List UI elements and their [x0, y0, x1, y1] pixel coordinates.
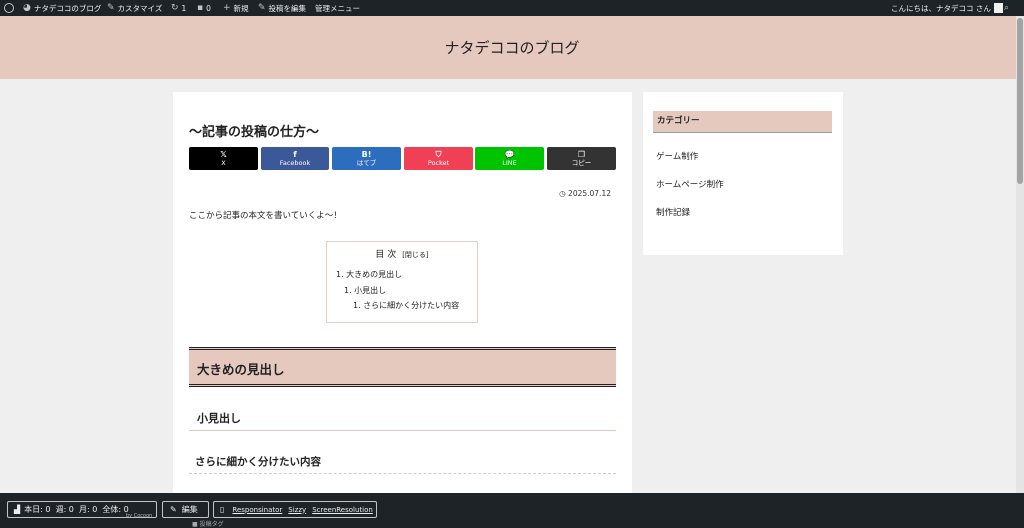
share-button-line[interactable]: 💬 LINE — [475, 147, 544, 170]
plus-icon: + — [223, 3, 231, 13]
customize-link[interactable]: ✎ カスタマイズ — [107, 0, 162, 16]
edit-button[interactable]: ✎ 編集 — [162, 501, 209, 518]
heading-h3: 小見出し — [189, 404, 616, 431]
category-link[interactable]: ホームページ制作 — [656, 178, 724, 190]
chart-icon: ▟ — [14, 505, 21, 514]
brush-icon: ✎ — [107, 3, 115, 13]
admin-search[interactable]: ⌕ — [1004, 0, 1012, 16]
table-of-contents: 目 次 [閉じる] 1. 大きめの見出し 1. 小見出し 1. さらに細かく分けた… — [326, 241, 478, 323]
facebook-icon: f — [293, 150, 297, 159]
pencil-icon: ✎ — [258, 3, 266, 13]
wordpress-icon — [4, 3, 14, 13]
pocket-icon: ⛉ — [435, 150, 442, 159]
new-content-link[interactable]: + 新規 — [223, 0, 249, 16]
edit-post-label: 投稿を編集 — [268, 3, 307, 13]
category-link[interactable]: 制作記録 — [656, 206, 690, 218]
article-body: ここから記事の本文を書いていくよ〜！ — [189, 211, 342, 221]
heading-h4-text: さらに細かく分けたい内容 — [195, 456, 321, 468]
toc-item[interactable]: 1. さらに細かく分けたい内容 — [353, 300, 459, 311]
admin-menu-label: 管理メニュー — [315, 3, 360, 13]
copy-icon: ❐ — [577, 150, 586, 159]
share-label: Facebook — [279, 159, 311, 167]
edit-post-link[interactable]: ✎ 投稿を編集 — [258, 0, 306, 16]
sidebar: カテゴリー ゲーム制作 ホームページ制作 制作記録 — [643, 92, 843, 255]
heading-h2-text: 大きめの見出し — [197, 362, 285, 377]
post-date: ◷ 2025.07.12 — [559, 189, 611, 198]
mobile-icon: ▯ — [220, 505, 225, 514]
post-date-text: 2025.07.12 — [568, 189, 611, 198]
share-label: はてブ — [356, 159, 377, 167]
admin-menu-link[interactable]: 管理メニュー — [315, 0, 360, 16]
bottom-admin-bar: ▟ 本日: 0 週: 0 月: 0 全体: 0 by Cocoon ✎ 編集 ▯… — [0, 493, 1024, 528]
cocoon-credit: by Cocoon — [126, 513, 153, 519]
x-icon: 𝕏 — [220, 150, 227, 159]
share-label: X — [221, 159, 226, 167]
site-header: ナタデココのブログ — [0, 16, 1024, 79]
screenresolution-link[interactable]: ScreenResolution — [312, 506, 373, 514]
share-button-pocket[interactable]: ⛉ Pocket — [404, 147, 473, 170]
admin-bar: ◕ ナタデココのブログ ✎ カスタマイズ ↻ 1 ▪ 0 + 新規 ✎ 投稿を編… — [0, 0, 1024, 16]
page-scrollbar[interactable] — [1016, 16, 1024, 528]
site-title[interactable]: ナタデココのブログ — [444, 37, 579, 58]
clock-icon: ◷ — [559, 189, 566, 198]
admin-site-link[interactable]: ◕ ナタデココのブログ — [23, 0, 101, 16]
comment-icon: ▪ — [197, 3, 204, 13]
new-label: 新規 — [233, 3, 249, 13]
toc-item[interactable]: 1. 大きめの見出し — [336, 269, 402, 280]
article-title: 〜記事の投稿の仕方〜 — [189, 125, 320, 140]
customize-label: カスタマイズ — [117, 3, 163, 13]
search-icon: ⌕ — [1004, 3, 1010, 13]
scrollbar-thumb[interactable] — [1017, 18, 1023, 184]
share-button-copy[interactable]: ❐ コピー — [547, 147, 616, 170]
comments-count: 0 — [206, 3, 211, 13]
updates-icon: ↻ — [171, 3, 179, 13]
updates-count: 1 — [181, 3, 187, 13]
share-button-facebook[interactable]: f Facebook — [261, 147, 329, 170]
category-link[interactable]: ゲーム制作 — [656, 150, 698, 162]
dashboard-icon: ◕ — [23, 3, 31, 13]
comments-link[interactable]: ▪ 0 — [197, 0, 211, 16]
heading-h2: 大きめの見出し — [189, 347, 616, 387]
share-label: コピー — [571, 159, 592, 167]
share-label: Pocket — [427, 159, 450, 167]
access-stats-text: 本日: 0 週: 0 月: 0 全体: 0 — [24, 505, 129, 514]
edit-icon: ✎ — [170, 505, 177, 514]
clipped-text: ■ 投稿タグ — [192, 521, 224, 528]
responsive-tools: ▯ Responsinator Sizzy ScreenResolution — [213, 501, 377, 518]
toc-header: 目 次 [閉じる] — [327, 247, 477, 260]
admin-site-name: ナタデココのブログ — [33, 3, 102, 13]
category-widget-title: カテゴリー — [653, 111, 832, 133]
toc-toggle[interactable]: [閉じる] — [402, 251, 428, 259]
line-icon: 💬 — [504, 150, 515, 159]
sizzy-link[interactable]: Sizzy — [288, 506, 306, 514]
share-label: LINE — [502, 159, 517, 167]
greeting-text: こんにちは、ナタデココ さん — [891, 3, 991, 13]
toc-item[interactable]: 1. 小見出し — [344, 285, 386, 296]
responsinator-link[interactable]: Responsinator — [232, 506, 282, 514]
account-menu[interactable]: こんにちは、ナタデココ さん — [891, 0, 1003, 16]
avatar — [993, 3, 1003, 13]
main-content: 〜記事の投稿の仕方〜 𝕏 X f Facebook B! はてブ ⛉ Pocke… — [173, 92, 632, 528]
share-button-x[interactable]: 𝕏 X — [189, 147, 258, 170]
heading-h3-text: 小見出し — [197, 412, 241, 425]
edit-label: 編集 — [181, 505, 198, 514]
hatena-icon: B! — [361, 150, 372, 159]
heading-h4: さらに細かく分けたい内容 — [189, 449, 616, 474]
toc-title: 目 次 — [375, 250, 397, 260]
share-button-hatena[interactable]: B! はてブ — [332, 147, 401, 170]
wordpress-logo[interactable] — [4, 0, 14, 16]
updates-link[interactable]: ↻ 1 — [171, 0, 186, 16]
